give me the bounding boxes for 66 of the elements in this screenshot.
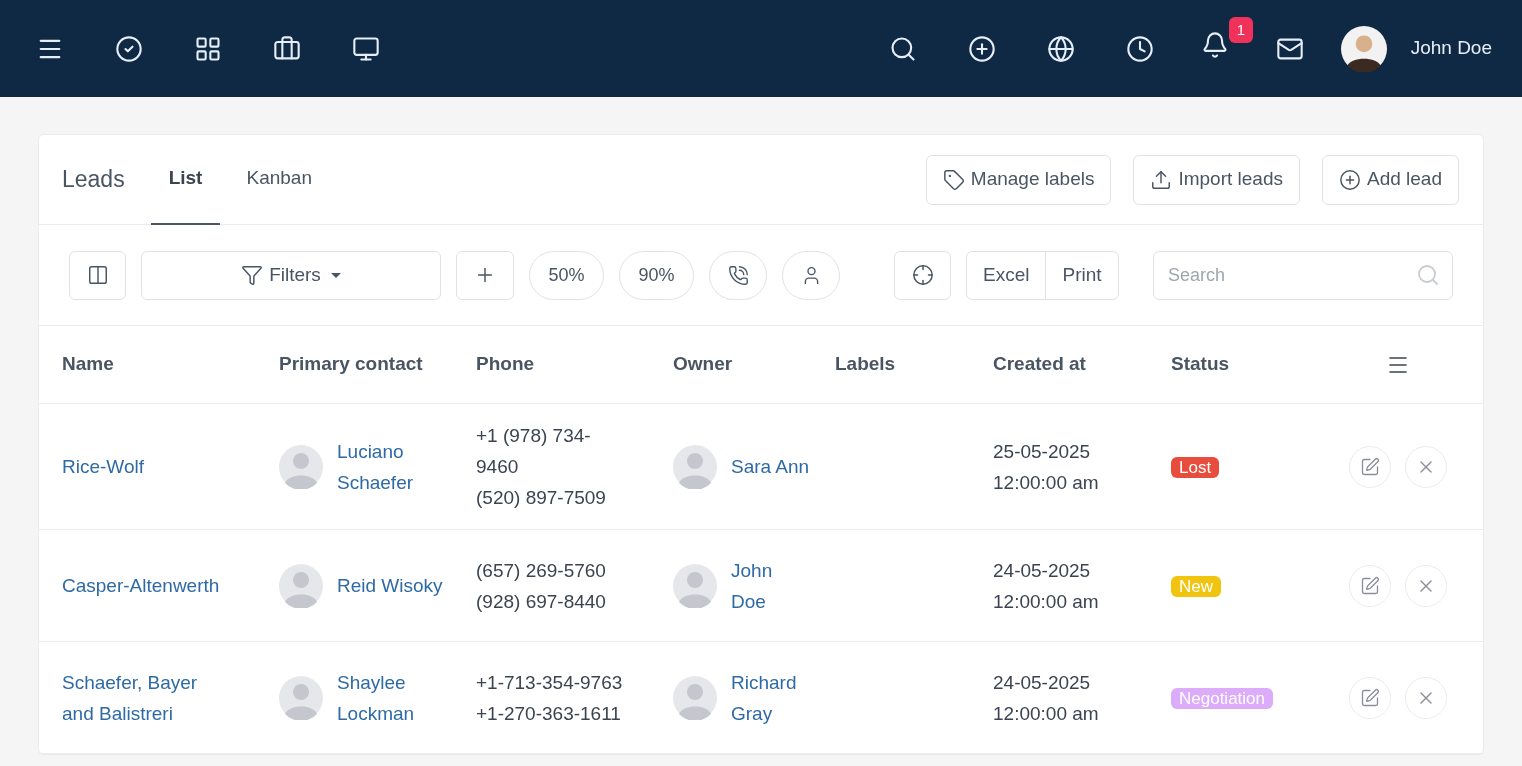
column-header: Created at xyxy=(993,353,1086,375)
filters-button[interactable]: Filters xyxy=(141,250,441,300)
column-header: Primary contact xyxy=(279,353,423,375)
created-at-text: 24-05-2025 xyxy=(993,670,1092,695)
export-button[interactable]: Excel xyxy=(967,251,1046,299)
phone-number: +1 (978) 734-9460 xyxy=(476,424,592,479)
owner-name-link[interactable]: John Doe xyxy=(731,554,811,617)
crosshair-button[interactable] xyxy=(894,250,951,300)
owner-name-link[interactable]: Sara Ann xyxy=(731,451,811,482)
status-badge: Negotiation xyxy=(1171,688,1273,709)
contact-name-link[interactable]: Luciano Schaefer xyxy=(337,435,447,498)
edit-icon xyxy=(1360,575,1380,596)
edit-icon xyxy=(1360,687,1380,708)
search-input[interactable]: Search xyxy=(1168,261,1416,289)
notification-icon[interactable] xyxy=(1200,31,1229,59)
view-tab[interactable]: List xyxy=(150,134,221,225)
owner-avatar xyxy=(673,444,717,489)
crosshair-icon xyxy=(911,264,934,286)
phone-number: (928) 697-8440 xyxy=(476,589,607,614)
contact-avatar xyxy=(279,675,323,720)
caret-icon xyxy=(330,272,341,278)
phone-number: (657) 269-5760 xyxy=(476,558,607,583)
search-icon xyxy=(1416,263,1440,287)
notification-count: 1 xyxy=(1228,17,1253,43)
created-at-text: 25-05-2025 xyxy=(993,439,1092,464)
created-at-text: 12:00:00 am xyxy=(993,589,1100,614)
lead-name-link[interactable]: Schaefer, Bayer and Balistreri xyxy=(62,666,232,729)
filter-icon xyxy=(241,264,264,286)
lead-name-link[interactable]: Rice-Wolf xyxy=(62,451,232,482)
tag-icon xyxy=(942,168,965,191)
owner-name-link[interactable]: Richard Gray xyxy=(731,666,811,729)
phone-number: (520) 897-7509 xyxy=(476,486,607,510)
user-name[interactable]: John Doe xyxy=(1410,34,1492,63)
user-avatar[interactable] xyxy=(1340,25,1387,72)
contact-avatar xyxy=(279,444,323,489)
phone-icon xyxy=(727,264,749,286)
edit-icon xyxy=(1360,456,1380,477)
view-tab[interactable]: Kanban xyxy=(228,134,330,225)
split-panel-icon xyxy=(86,264,109,286)
phone-number: +1-713-354-9763 xyxy=(476,670,624,695)
created-at-text: 12:00:00 am xyxy=(993,470,1100,495)
header-action-button[interactable]: Import leads xyxy=(1133,154,1300,205)
contact-avatar xyxy=(279,563,323,608)
status-badge: Lost xyxy=(1171,457,1220,478)
upload-icon xyxy=(1150,168,1173,191)
lead-name-link[interactable]: Casper-Altenwerth xyxy=(62,570,232,601)
panel-toggle-button[interactable] xyxy=(69,250,126,300)
column-header: Name xyxy=(62,353,114,375)
header-action-button[interactable]: Add lead xyxy=(1322,154,1459,205)
created-at-text: 24-05-2025 xyxy=(993,558,1092,583)
phone-number: +1-270-363-1611 xyxy=(476,701,622,726)
column-header: Phone xyxy=(476,353,535,375)
search-field[interactable]: Search xyxy=(1153,250,1453,300)
export-button[interactable]: Print xyxy=(1045,251,1118,299)
page-title: Leads xyxy=(62,165,125,195)
plus-circle-icon xyxy=(1339,168,1361,191)
owner-avatar xyxy=(673,675,717,720)
header-action-button[interactable]: Manage labels xyxy=(925,154,1112,205)
column-header: Labels xyxy=(835,353,896,375)
contact-name-link[interactable]: Reid Wisoky xyxy=(337,570,447,601)
contact-name-link[interactable]: Shaylee Lockman xyxy=(337,666,447,729)
column-header: Status xyxy=(1171,353,1230,375)
status-badge: New xyxy=(1171,576,1221,597)
created-at-text: 12:00:00 am xyxy=(993,701,1100,726)
owner-avatar xyxy=(673,563,717,608)
column-header: Owner xyxy=(673,353,733,375)
